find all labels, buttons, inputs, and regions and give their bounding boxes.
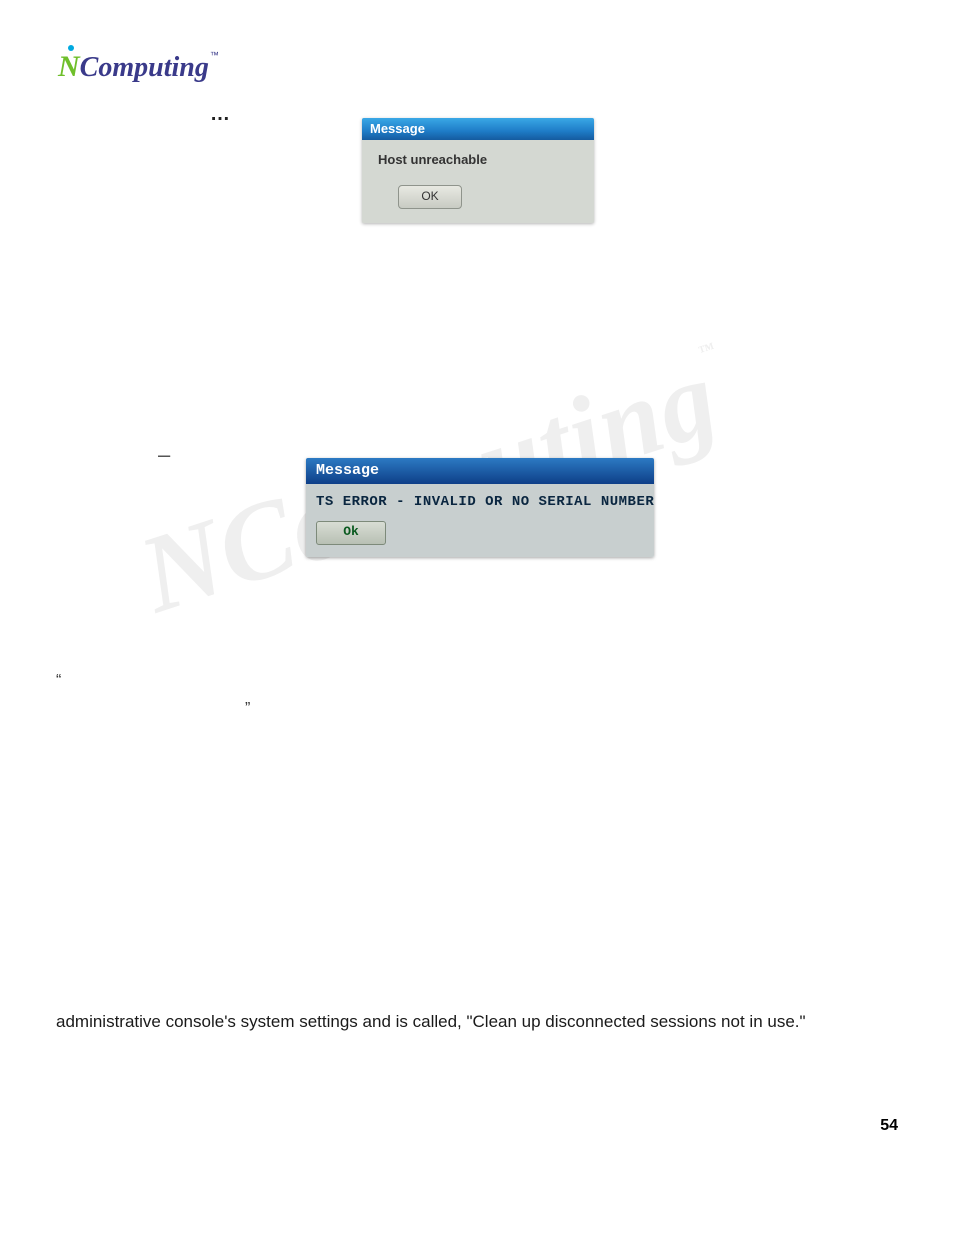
logo-trademark: ™ (210, 50, 219, 60)
left-quote-artifact: “ (56, 672, 61, 690)
dash-artifact: – (158, 442, 170, 468)
page-number: 54 (880, 1117, 898, 1135)
dialog-message: TS ERROR - INVALID OR NO SERIAL NUMBER ! (316, 494, 644, 510)
brand-logo: NComputing™ (58, 50, 219, 84)
ok-button[interactable]: OK (398, 185, 462, 209)
ellipsis-artifact: … (210, 103, 230, 126)
logo-letter: N (58, 50, 80, 83)
dialog-body: TS ERROR - INVALID OR NO SERIAL NUMBER !… (306, 484, 654, 557)
dialog-body: Host unreachable OK (362, 140, 594, 223)
right-quote-artifact: ” (245, 700, 250, 718)
ok-button[interactable]: Ok (316, 521, 386, 545)
watermark-tm: ™ (697, 340, 718, 361)
dialog-titlebar: Message (306, 458, 654, 484)
dialog-frame: Message TS ERROR - INVALID OR NO SERIAL … (306, 458, 654, 557)
screenshot-ts-error: Message TS ERROR - INVALID OR NO SERIAL … (306, 458, 654, 557)
logo-word: Computing (80, 52, 209, 83)
document-page: NComputing™ NComputing™ … Message Host u… (0, 0, 954, 1235)
dialog-frame: Message Host unreachable OK (362, 118, 594, 223)
screenshot-host-unreachable: Message Host unreachable OK (362, 118, 594, 223)
dialog-message: Host unreachable (378, 152, 578, 167)
body-paragraph: administrative console's system settings… (56, 1010, 898, 1034)
dialog-titlebar: Message (362, 118, 594, 140)
